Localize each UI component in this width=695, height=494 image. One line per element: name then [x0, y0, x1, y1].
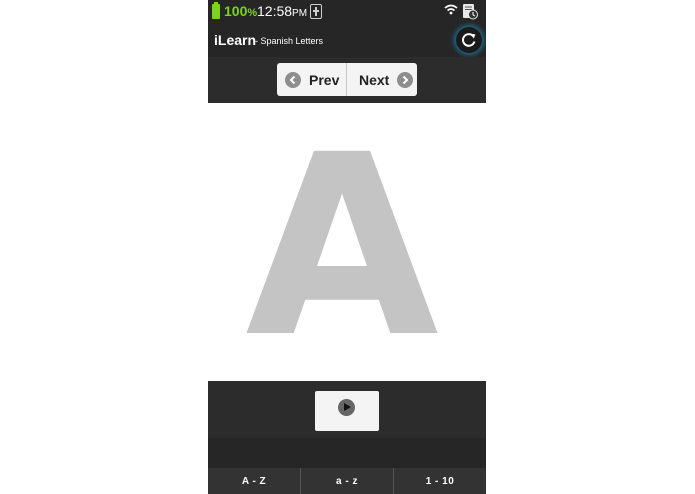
- refresh-icon: [462, 33, 476, 47]
- player-bar: [208, 381, 486, 438]
- prev-label: Prev: [309, 71, 340, 88]
- battery-unit: %: [247, 7, 258, 19]
- letter-card: A: [208, 103, 486, 381]
- letter-glyph: A: [245, 103, 438, 381]
- phone-screen: 100% 12:58PM iLearn - Spanish Letters Pr…: [208, 0, 486, 494]
- tab-numbers[interactable]: 1 - 10: [394, 468, 486, 494]
- chevron-right-icon: [397, 71, 414, 88]
- tab-bar: A - Z a - z 1 - 10: [208, 468, 486, 494]
- next-button[interactable]: Next: [347, 63, 417, 96]
- status-bar: 100% 12:58PM: [208, 0, 486, 24]
- letter-display: A: [245, 103, 438, 381]
- prev-button[interactable]: Prev: [277, 63, 347, 96]
- usb-icon: [310, 4, 322, 19]
- app-subtitle: - Spanish Letters: [255, 36, 324, 46]
- battery-icon: [212, 2, 220, 19]
- clock-ampm: PM: [292, 8, 308, 19]
- battery-level: 100%: [224, 3, 257, 19]
- app-title: iLearn: [214, 32, 257, 48]
- tab-uppercase[interactable]: A - Z: [208, 468, 301, 494]
- notification-icon[interactable]: [462, 3, 478, 20]
- play-icon: [338, 399, 355, 416]
- title-bar: iLearn - Spanish Letters: [208, 24, 486, 57]
- clock-time: 12:58: [257, 3, 293, 19]
- battery-percent: 100: [224, 3, 248, 19]
- prev-next-control: Prev Next: [277, 63, 417, 96]
- next-label: Next: [359, 71, 390, 88]
- spacer-bar: [208, 438, 486, 468]
- refresh-button[interactable]: [456, 27, 482, 53]
- play-button[interactable]: [315, 391, 379, 431]
- nav-bar: Prev Next: [208, 57, 486, 103]
- wifi-icon: [444, 4, 458, 15]
- tab-lowercase[interactable]: a - z: [301, 468, 394, 494]
- chevron-left-icon: [285, 71, 301, 88]
- clock: 12:58PM: [257, 3, 307, 19]
